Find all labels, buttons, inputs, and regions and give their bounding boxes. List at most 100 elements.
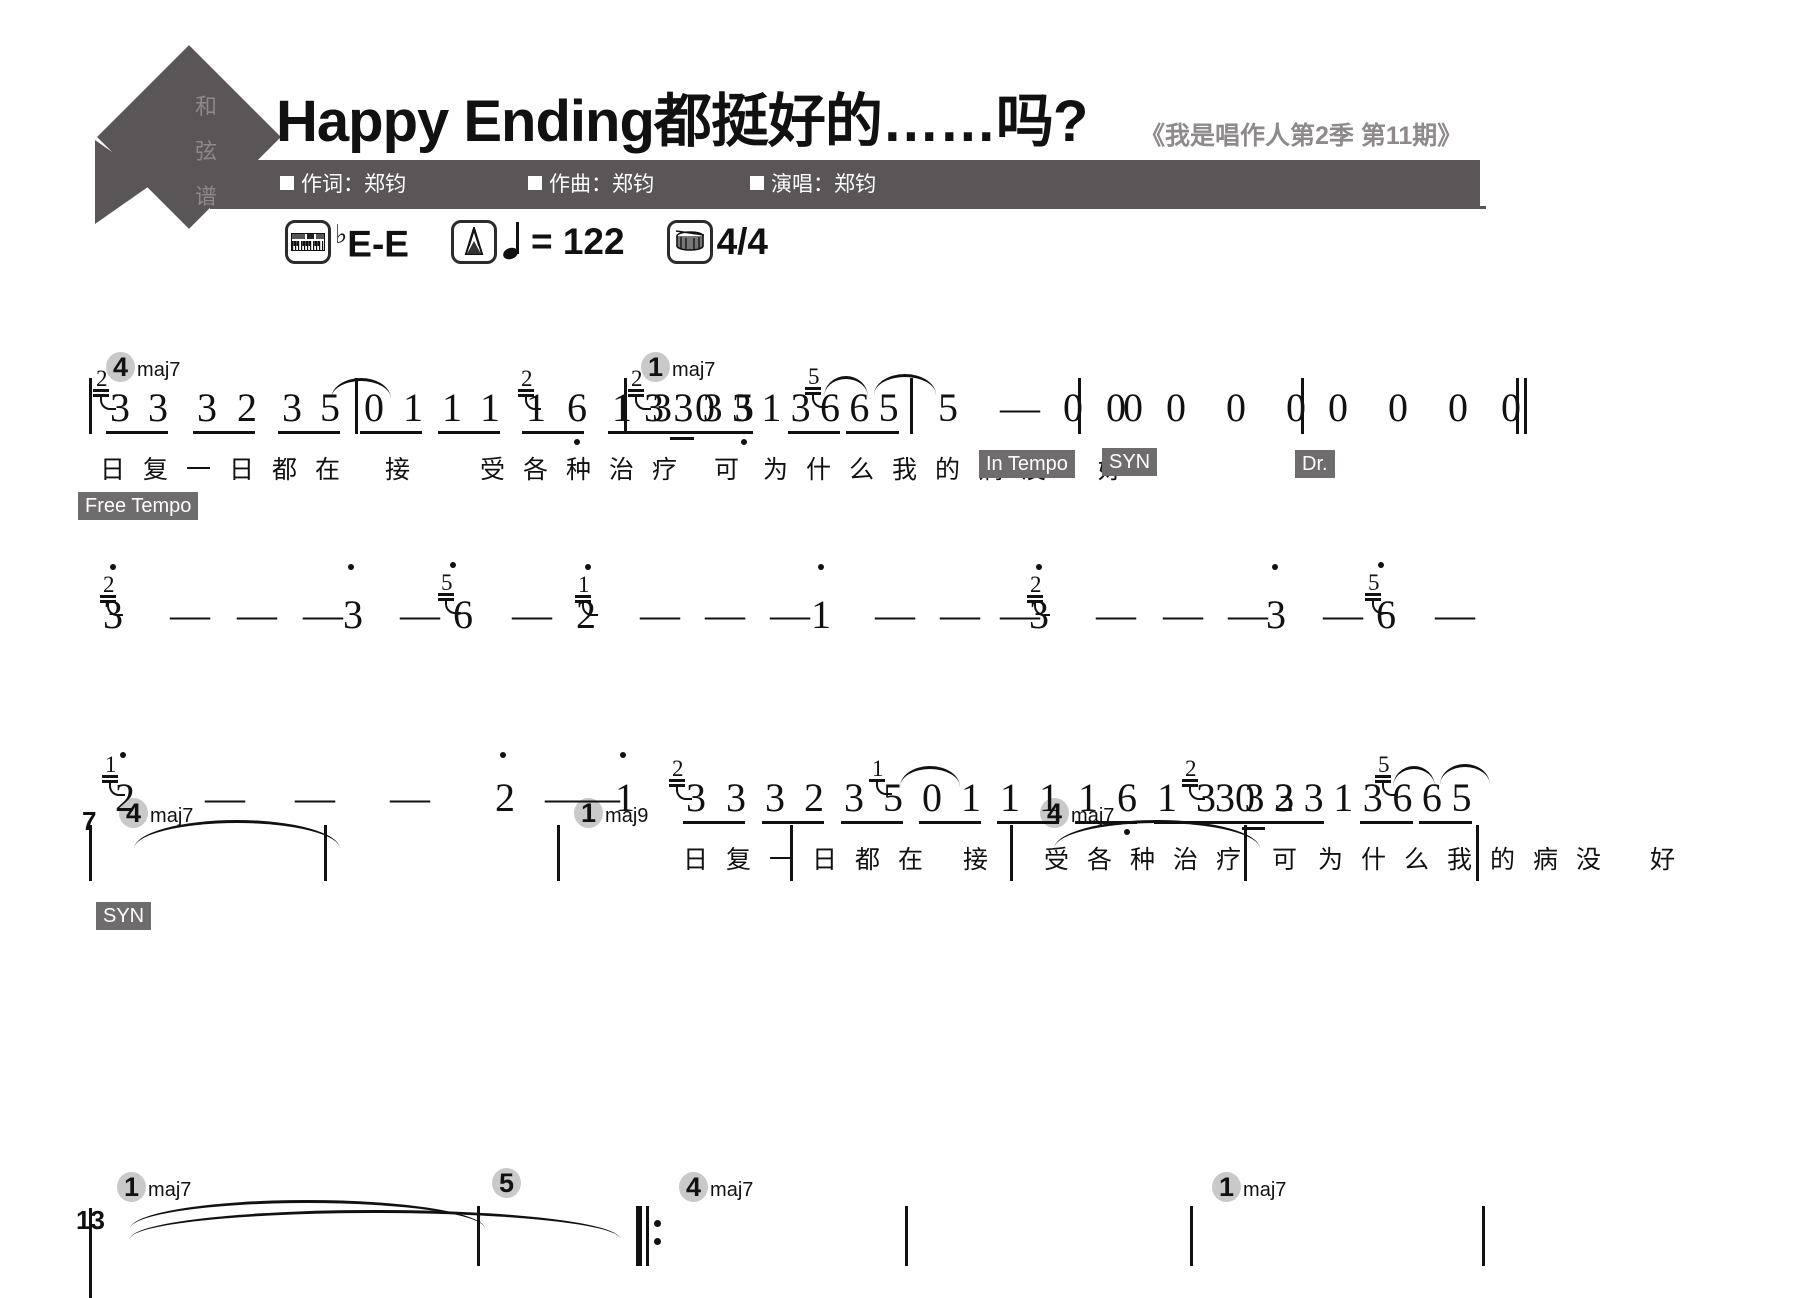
header-divider — [210, 206, 1486, 209]
chord-symbol: 4 maj7 — [106, 352, 181, 383]
note: 3 — [1215, 775, 1235, 820]
octave-dot — [348, 564, 354, 570]
time-signature: 4/4 — [716, 221, 769, 262]
beam — [1359, 821, 1413, 824]
credit-lyricist: 作词：郑钧 — [280, 168, 406, 198]
beam — [683, 821, 745, 824]
chord-quality: maj7 — [710, 1179, 754, 1201]
note: 3 — [673, 385, 694, 430]
lyric-char: 什 — [806, 457, 832, 484]
chord-quality: maj7 — [137, 359, 181, 381]
lyric-char: 在 — [898, 847, 924, 874]
note: — — [1096, 592, 1136, 637]
chord-symbol: 1 maj7 — [117, 1172, 192, 1203]
octave-dot — [120, 752, 126, 758]
lyric-char: 好 — [1650, 847, 1676, 874]
note: — — [237, 592, 277, 637]
lyric-char: 日 — [683, 847, 709, 874]
note: 0 — [1388, 385, 1408, 430]
lyric-char: 种 — [1130, 847, 1156, 874]
note: 0 — [1328, 385, 1348, 430]
lyric-char: 复 — [143, 457, 169, 484]
credit-singer: 演唱：郑钧 — [750, 168, 876, 198]
repeat-dots — [654, 1220, 661, 1256]
beam — [1212, 821, 1266, 824]
note: 3 — [110, 385, 130, 430]
octave-dot — [110, 564, 116, 570]
chord-quality: maj7 — [672, 359, 716, 381]
lyric-char: 受 — [480, 457, 506, 484]
octave-dot — [450, 562, 456, 568]
drum-icon — [666, 220, 713, 264]
lyric-char: 在 — [315, 457, 341, 484]
beam — [787, 431, 841, 434]
barline — [905, 1206, 908, 1266]
note: 0 — [1063, 385, 1083, 430]
barline — [89, 378, 92, 434]
lyric-char: 的 — [1490, 847, 1516, 874]
lyric-char: 可 — [1272, 847, 1298, 874]
note: — — [940, 592, 980, 637]
note: — — [705, 592, 745, 637]
note: 6 — [820, 385, 840, 430]
note: — — [1163, 592, 1203, 637]
octave-dot — [1036, 564, 1042, 570]
sheet-header: 和 弦 谱 作词：郑钧 作曲：郑钧 演唱：郑钧 Happy Ending都挺好的… — [0, 0, 1800, 264]
lyric-char: 各 — [1087, 847, 1113, 874]
beam — [1418, 821, 1472, 824]
lyric-char: 我 — [892, 457, 918, 484]
note: — — [1228, 592, 1268, 637]
note: 6 — [849, 385, 870, 430]
note: 3 — [148, 385, 168, 430]
logo-char-1: 和 — [194, 94, 217, 119]
lyric-char: 的 — [935, 457, 961, 484]
beam — [699, 431, 753, 434]
note: 2 — [495, 775, 515, 820]
beam — [1375, 775, 1391, 778]
beam — [575, 595, 591, 598]
note: — — [1323, 592, 1363, 637]
score-system-2: 7 4 maj7 1 maj9 4 maj7 SYN — [0, 540, 1800, 930]
beam — [1182, 779, 1198, 782]
note: 3 — [726, 775, 746, 820]
note: 0 — [1448, 385, 1468, 430]
note: 0 — [1166, 385, 1186, 430]
note: — — [1435, 592, 1475, 637]
show-subtitle: 《我是唱作人第2季 第11期》 — [1140, 122, 1463, 150]
beam — [1027, 595, 1043, 598]
note: 3 — [1266, 592, 1286, 637]
performance-badge: Free Tempo — [78, 492, 199, 520]
performance-badge: SYN — [1102, 448, 1158, 476]
chord-root: 1 — [641, 352, 671, 383]
lyric-char: 各 — [523, 457, 549, 484]
page-title: Happy Ending都挺好的……吗? — [276, 89, 1088, 154]
note: 1 — [1157, 775, 1177, 820]
beam — [1241, 827, 1266, 830]
note: 1 — [526, 385, 546, 430]
note: — — [390, 775, 430, 820]
note: 3 — [765, 775, 785, 820]
credit-singer-text: 演唱：郑钧 — [771, 173, 876, 196]
logo-text: 和 弦 谱 — [186, 96, 226, 208]
time-signature-group: 4/4 — [666, 220, 769, 264]
tempo-value: = 122 — [530, 221, 625, 262]
octave-dot — [741, 439, 747, 445]
lyric-char: 可 — [714, 457, 740, 484]
chord-symbol: 4 maj7 — [679, 1172, 754, 1203]
lyric-char: 我 — [1447, 847, 1473, 874]
lyric-char: 一 — [769, 847, 795, 874]
lyric-char: 没 — [1576, 847, 1602, 874]
chord-quality: maj7 — [148, 1179, 192, 1201]
barline — [1524, 378, 1527, 434]
note: 0 — [1286, 385, 1306, 430]
note: 5 — [320, 385, 340, 430]
octave-dot — [585, 564, 591, 570]
beam — [641, 431, 694, 434]
lyric-char: 接 — [385, 457, 411, 484]
tempo-group: = 122 — [450, 220, 625, 264]
beam — [919, 821, 981, 824]
lyric-char: 日 — [100, 457, 126, 484]
note: 1 — [442, 385, 462, 430]
lyric-char: 种 — [566, 457, 592, 484]
note: — — [205, 775, 245, 820]
